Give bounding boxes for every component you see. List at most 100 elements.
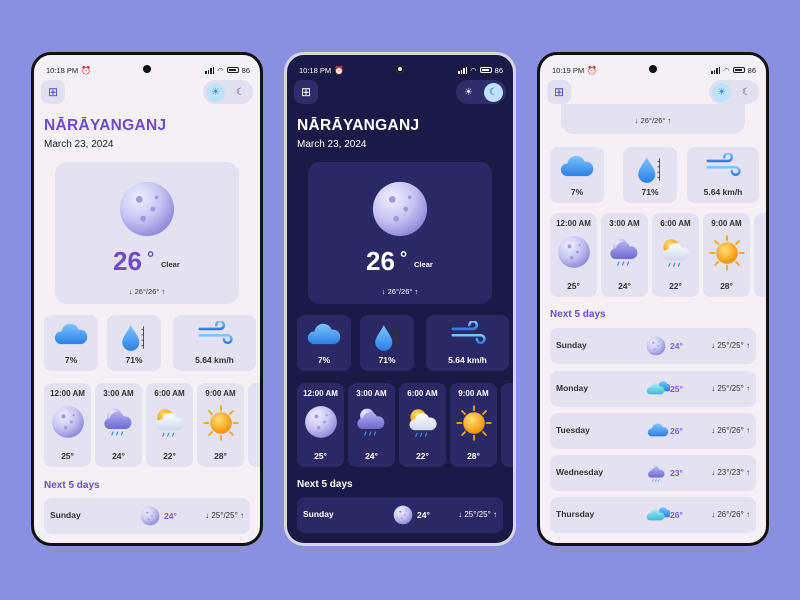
hour-card-partial[interactable] (248, 383, 260, 467)
sun-mode-icon[interactable]: ☀ (206, 82, 225, 102)
moon-mode-icon[interactable]: ☾ (737, 83, 756, 102)
cloud-stat: 7% (297, 315, 351, 371)
current-temp: 26 (113, 246, 142, 276)
sun-mode-icon[interactable]: ☀ (459, 83, 478, 102)
day-range: ↓ 26°/26° ↑ (711, 426, 750, 435)
wifi-icon: ◠ (470, 65, 477, 75)
sun-mode-icon[interactable]: ☀ (712, 82, 731, 102)
grid-icon: ⊞ (47, 85, 59, 99)
cloudy-icon (646, 505, 670, 523)
theme-toggle[interactable]: ☀ ☾ (456, 80, 506, 104)
humidity-drop-icon (634, 153, 666, 185)
hour-card-partial[interactable] (501, 383, 513, 467)
alarm-icon: ⏰ (81, 65, 92, 75)
hour-card-partial[interactable] (754, 213, 766, 297)
hour-temp: 24° (618, 281, 631, 291)
cloud-icon (305, 321, 343, 347)
next-days-title: Next 5 days (297, 479, 353, 490)
cloud-icon (558, 153, 596, 179)
wind-value: 5.64 km/h (703, 187, 743, 197)
wind-value: 5.64 km/h (195, 355, 234, 365)
moon-icon (393, 505, 413, 525)
day-row[interactable]: Wednesday 23° ↓ 23°/23° ↑ (550, 455, 756, 491)
hour-card[interactable]: 12:00 AM 25° (44, 383, 91, 467)
battery-level: 86 (747, 65, 756, 75)
camera-cutout (649, 65, 657, 73)
hour-card[interactable]: 9:00 AM 28° (450, 383, 497, 467)
stats-row: 7% 71% 5.64 km/h (550, 147, 759, 203)
hour-card[interactable]: 6:00 AM 22° (399, 383, 446, 467)
hour-card[interactable]: 3:00 AM 24° (601, 213, 648, 297)
hour-card[interactable]: 12:00 AM 25° (297, 383, 344, 467)
cloudy-icon (646, 379, 670, 397)
day-row[interactable]: Tuesday 26° ↓ 26°/26° ↑ (550, 413, 756, 449)
stats-row: 7% 71% 5.64 km/h (44, 315, 256, 371)
stats-row: 7% 71% 5.64 km/h (297, 315, 509, 371)
grid-menu-button[interactable]: ⊞ (294, 80, 318, 104)
phone-dark-screen: 10:18 PM ⏰ ◠ 86 ⊞ ☀ ☾ NĀRĀYANGANJ March … (284, 52, 516, 546)
humidity-value: 71% (641, 187, 659, 197)
hour-temp: 24° (112, 451, 125, 461)
current-date: March 23, 2024 (44, 139, 114, 150)
sun-icon (456, 405, 492, 441)
city-name: NĀRĀYANGANJ (44, 117, 167, 134)
humidity-drop-icon (118, 321, 150, 353)
next-days-title: Next 5 days (44, 480, 100, 491)
day-row[interactable]: Monday 25° ↓ 25°/25° ↑ (550, 371, 756, 407)
cloud-icon (52, 321, 90, 347)
moon-icon (51, 405, 85, 439)
hour-card[interactable]: 9:00 AM 28° (703, 213, 750, 297)
sun-icon (709, 235, 745, 271)
day-temp: 24° (670, 341, 683, 351)
status-time: 10:18 PM (46, 65, 79, 75)
battery-level: 86 (241, 65, 250, 75)
hourly-forecast[interactable]: 12:00 AM 25° 3:00 AM 24° 6:00 AM 22° 9:0… (44, 383, 260, 467)
moon-mode-icon[interactable]: ☾ (231, 83, 250, 102)
current-weather-card-bottom: ↓ 26°/26° ↑ (561, 104, 745, 134)
alarm-icon: ⏰ (587, 65, 598, 75)
sun-icon (203, 405, 239, 441)
hour-card[interactable]: 6:00 AM 22° (652, 213, 699, 297)
wind-value: 5.64 km/h (448, 355, 487, 365)
sun-cloud-rain-icon (658, 235, 694, 271)
day-row[interactable]: Thursday 26° ↓ 26°/26° ↑ (550, 497, 756, 533)
humidity-stat: 71% (360, 315, 414, 371)
hour-card[interactable]: 3:00 AM 24° (95, 383, 142, 467)
hour-temp: 22° (163, 451, 176, 461)
day-row[interactable]: Sunday 24° ↓ 25°/25° ↑ (550, 328, 756, 364)
cloud-value: 7% (317, 355, 331, 365)
cloudy-moon-rain-icon (101, 405, 137, 441)
grid-menu-button[interactable]: ⊞ (547, 80, 571, 104)
hour-time: 3:00 AM (103, 389, 134, 398)
hour-temp: 28° (720, 281, 733, 291)
hour-time: 3:00 AM (356, 389, 387, 398)
hour-time: 6:00 AM (407, 389, 438, 398)
moon-mode-icon[interactable]: ☾ (484, 82, 503, 102)
hourly-forecast[interactable]: 12:00 AM 25° 3:00 AM 24° 6:00 AM 22° 9:0… (550, 213, 766, 297)
current-weather-card: 26 ° Clear ↓ 26°/26° ↑ (55, 162, 239, 304)
humidity-value: 71% (378, 355, 396, 365)
theme-toggle[interactable]: ☀ ☾ (709, 80, 759, 104)
hour-card[interactable]: 9:00 AM 28° (197, 383, 244, 467)
grid-menu-button[interactable]: ⊞ (41, 80, 65, 104)
signal-icon (711, 66, 721, 74)
phone-light-screen: 10:18 PM ⏰ ◠ 86 ⊞ ☀ ☾ NĀRĀYANGANJ March … (31, 52, 263, 546)
hour-card[interactable]: 12:00 AM 25° (550, 213, 597, 297)
cloud-value: 7% (64, 355, 78, 365)
theme-toggle[interactable]: ☀ ☾ (203, 80, 253, 104)
hour-card[interactable]: 3:00 AM 24° (348, 383, 395, 467)
degree-symbol: ° (400, 248, 408, 268)
wind-icon (196, 321, 234, 347)
wind-stat: 5.64 km/h (426, 315, 509, 371)
hour-card[interactable]: 6:00 AM 22° (146, 383, 193, 467)
day-name: Monday (556, 383, 589, 393)
hourly-forecast[interactable]: 12:00 AM 25° 3:00 AM 24° 6:00 AM 22° 9:0… (297, 383, 513, 467)
wind-icon (704, 153, 742, 179)
day-name: Tuesday (556, 425, 590, 435)
battery-icon (732, 67, 745, 73)
day-row[interactable]: Sunday 24° ↓ 25°/25° ↑ (297, 497, 503, 533)
day-temp: 25° (670, 384, 683, 394)
day-row[interactable]: Sunday 24° ↓ 25°/25° ↑ (44, 498, 250, 534)
cloudy-moon-rain-icon (607, 235, 643, 271)
hour-time: 9:00 AM (205, 389, 236, 398)
